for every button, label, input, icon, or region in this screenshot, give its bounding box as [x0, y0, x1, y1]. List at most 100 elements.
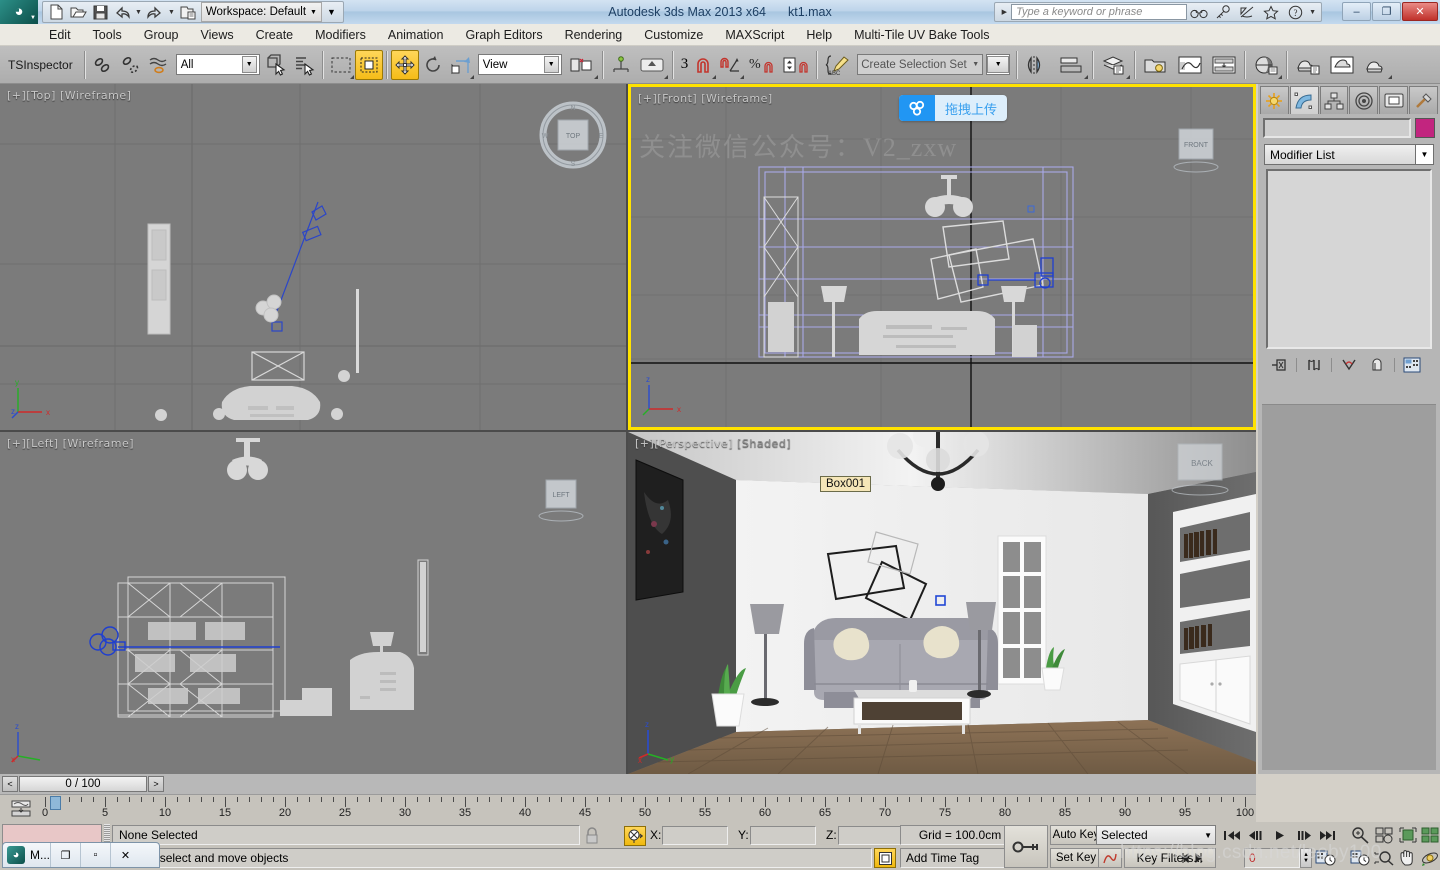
- menu-item-edit[interactable]: Edit: [38, 26, 82, 44]
- zoom-region-icon[interactable]: [1372, 848, 1396, 868]
- menu-item-create[interactable]: Create: [245, 26, 305, 44]
- selection-filter-combo[interactable]: All ▼: [175, 54, 260, 75]
- make-unique-icon[interactable]: [1338, 356, 1360, 374]
- selection-lock-icon[interactable]: [584, 827, 600, 847]
- search-input[interactable]: Type a keyword or phrase: [1011, 4, 1188, 20]
- modify-tab[interactable]: [1289, 86, 1319, 114]
- rendered-frame-window-icon[interactable]: [1325, 50, 1359, 80]
- track-bar[interactable]: 0 5 10 15 20 25 30 35 40 45 50 55 60 65 70 75 80 85 90 95 10…: [0, 794, 1256, 822]
- viewport-left[interactable]: [+][Left] [Wireframe] LEFT z x: [0, 432, 626, 774]
- maximize-button[interactable]: ❐: [1372, 2, 1401, 21]
- scene-explorer-icon[interactable]: [1139, 50, 1173, 80]
- open-mini-curve-editor-icon[interactable]: [10, 799, 32, 819]
- viewport-perspective[interactable]: BACK [+][Perspective] [Shaded] Box001 z …: [628, 432, 1256, 774]
- render-setup-icon[interactable]: [1291, 50, 1325, 80]
- use-selection-center-icon[interactable]: [607, 50, 635, 80]
- close-icon[interactable]: ✕: [110, 843, 140, 867]
- object-color-swatch[interactable]: [1415, 118, 1435, 138]
- new-icon[interactable]: [45, 2, 67, 22]
- menu-item-maxscript[interactable]: MAXScript: [714, 26, 795, 44]
- view-cube-front-icon[interactable]: FRONT: [1161, 113, 1231, 183]
- menu-item-tools[interactable]: Tools: [82, 26, 133, 44]
- view-cube-left-icon[interactable]: LEFT: [526, 464, 596, 534]
- layer-manager-icon[interactable]: [1097, 50, 1131, 80]
- menu-item-multi-tile-uv-bake-tools[interactable]: Multi-Tile UV Bake Tools: [843, 26, 1000, 44]
- bind-to-space-warp-icon[interactable]: [145, 50, 173, 80]
- modifier-stack-list[interactable]: [1266, 169, 1432, 349]
- absolute-relative-transform-icon[interactable]: [624, 826, 646, 846]
- rectangular-selection-region-icon[interactable]: [327, 50, 355, 80]
- next-frame-icon[interactable]: [1292, 825, 1315, 845]
- unlink-selection-icon[interactable]: [117, 50, 145, 80]
- open-icon[interactable]: [67, 2, 89, 22]
- auto-key-button[interactable]: Auto Key: [1050, 825, 1102, 845]
- set-key-curve-icon[interactable]: [1098, 848, 1122, 868]
- hierarchy-tab[interactable]: [1319, 86, 1349, 114]
- zoom-all-icon[interactable]: [1372, 825, 1396, 845]
- mirror-icon[interactable]: [1021, 50, 1055, 80]
- coord-z-input[interactable]: [838, 826, 904, 845]
- previous-frame-button[interactable]: <: [2, 776, 18, 792]
- use-center-flyout-icon[interactable]: [565, 50, 599, 80]
- motion-tab[interactable]: [1349, 86, 1379, 114]
- remove-modifier-icon[interactable]: [1366, 356, 1388, 374]
- coord-y-input[interactable]: [750, 826, 816, 845]
- selection-set-dropdown[interactable]: ▼: [986, 54, 1011, 75]
- minimize-icon[interactable]: ▫: [80, 843, 110, 867]
- current-frame-input[interactable]: 0: [1244, 848, 1300, 868]
- time-playhead[interactable]: [50, 796, 61, 810]
- redo-icon[interactable]: [144, 2, 166, 22]
- frame-readout[interactable]: 0 / 100: [19, 776, 147, 792]
- material-editor-icon[interactable]: [1249, 50, 1283, 80]
- drag-upload-badge[interactable]: 拖拽上传: [899, 95, 1008, 121]
- select-and-manipulate-icon[interactable]: [635, 50, 669, 80]
- angle-snap-toggle-icon[interactable]: [717, 50, 745, 80]
- menu-item-animation[interactable]: Animation: [377, 26, 455, 44]
- satellite-icon[interactable]: [1235, 2, 1259, 22]
- chevron-down-icon[interactable]: ▼: [972, 61, 979, 68]
- set-key-button[interactable]: Set Key: [1050, 848, 1102, 868]
- zoom-extents-icon[interactable]: [1396, 825, 1420, 845]
- key-filter-selection-combo[interactable]: Selected ▼: [1096, 825, 1216, 845]
- create-tab[interactable]: [1260, 86, 1289, 114]
- menu-item-views[interactable]: Views: [189, 26, 244, 44]
- app-menu-button[interactable]: ◕ ▼: [0, 0, 38, 24]
- select-and-link-icon[interactable]: [89, 50, 117, 80]
- modifier-list-combo[interactable]: Modifier List ▼: [1264, 144, 1434, 165]
- undo-dropdown-icon[interactable]: ▼: [133, 9, 144, 16]
- previous-frame-icon[interactable]: [1244, 825, 1267, 845]
- menu-item-rendering[interactable]: Rendering: [554, 26, 634, 44]
- time-config-alt-icon[interactable]: [1314, 848, 1338, 868]
- align-icon[interactable]: [1055, 50, 1089, 80]
- time-tag-toggle-icon[interactable]: [874, 848, 896, 868]
- pan-icon[interactable]: [1396, 848, 1420, 868]
- select-and-move-icon[interactable]: [390, 49, 419, 80]
- project-folder-icon[interactable]: [177, 2, 199, 22]
- zoom-icon[interactable]: [1348, 825, 1372, 845]
- binoculars-icon[interactable]: [1187, 2, 1211, 22]
- coord-x-input[interactable]: [662, 826, 728, 845]
- select-object-icon[interactable]: [263, 50, 291, 80]
- go-to-end-icon[interactable]: [1316, 825, 1339, 845]
- add-time-tag-button[interactable]: Add Time Tag: [900, 848, 1020, 868]
- restore-icon[interactable]: ❐: [50, 843, 80, 867]
- snaps-toggle-icon[interactable]: [689, 50, 717, 80]
- chevron-down-icon[interactable]: ▼: [543, 56, 559, 73]
- menu-item-group[interactable]: Group: [133, 26, 190, 44]
- percent-snap-toggle-icon[interactable]: %: [745, 50, 779, 80]
- schematic-view-icon[interactable]: [1207, 50, 1241, 80]
- edit-named-selection-sets-icon[interactable]: ABC: [821, 50, 855, 80]
- configure-modifier-sets-icon[interactable]: [1401, 356, 1423, 374]
- star-icon[interactable]: [1259, 2, 1283, 22]
- zoom-extents-all-icon[interactable]: [1418, 825, 1440, 845]
- next-frame-button[interactable]: >: [148, 776, 164, 792]
- workspace-selector[interactable]: Workspace: Default ▼: [200, 2, 322, 22]
- close-button[interactable]: ✕: [1402, 2, 1438, 21]
- menu-item-graph-editors[interactable]: Graph Editors: [454, 26, 553, 44]
- chevron-down-icon[interactable]: ▼: [987, 56, 1010, 73]
- menu-item-customize[interactable]: Customize: [633, 26, 714, 44]
- orbit-icon[interactable]: [1418, 848, 1440, 868]
- key-icon[interactable]: [1211, 2, 1235, 22]
- minimized-window-button[interactable]: ◕ M... ❐ ▫ ✕: [2, 842, 160, 868]
- help-dropdown-icon[interactable]: ▼: [1307, 9, 1318, 16]
